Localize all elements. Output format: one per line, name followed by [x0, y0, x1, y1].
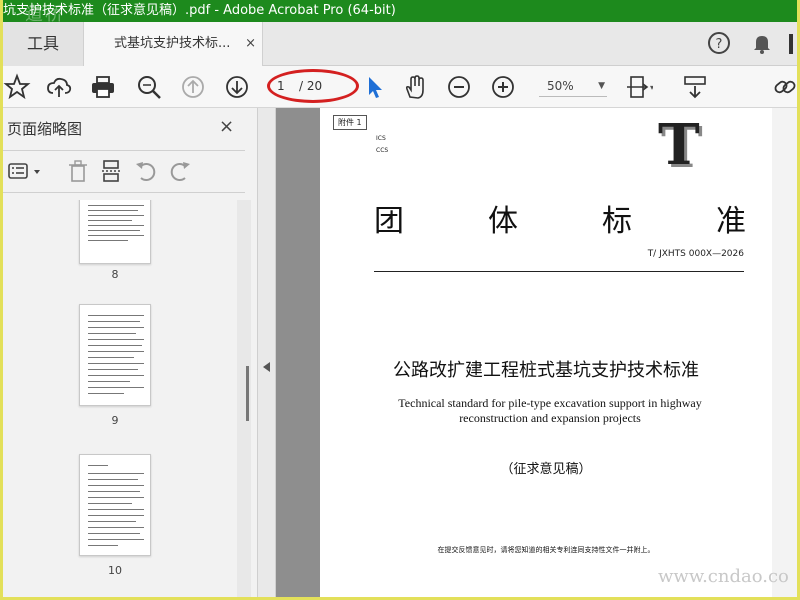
options-menu-icon[interactable] — [7, 158, 45, 184]
standard-type-letter: T — [658, 112, 700, 178]
select-cursor-icon[interactable] — [361, 73, 389, 101]
divider — [3, 192, 245, 193]
thumbnail-page-number: 9 — [111, 414, 119, 427]
scrollbar-thumb[interactable] — [246, 366, 249, 421]
document-title-cn: 公路改扩建工程桩式基坑支护技术标准 — [393, 360, 699, 381]
hand-tool-icon[interactable] — [401, 73, 429, 101]
help-icon[interactable]: ? — [706, 30, 732, 60]
keyboard-scroll-icon[interactable] — [681, 73, 709, 101]
divider — [3, 150, 245, 151]
toolbar: / 20 50% ▼ ▾ — [3, 66, 797, 108]
heading-char: 准 — [716, 204, 746, 239]
group-standard-heading: 团 体 标 准 — [374, 196, 746, 240]
link-icon[interactable] — [771, 73, 797, 101]
thumbnail-list: 8 9 10 — [3, 200, 237, 597]
heading-char: 团 — [374, 204, 404, 239]
fit-page-icon[interactable]: ▾ — [625, 73, 654, 101]
attachment-label: 附件 1 — [333, 115, 367, 130]
thumbnail-page-number: 10 — [108, 564, 122, 577]
panel-close-icon[interactable]: × — [219, 116, 234, 137]
previous-page-icon[interactable] — [179, 73, 207, 101]
zoom-search-icon[interactable] — [135, 73, 163, 101]
footnote: 在提交反馈意见时，请将您知道的相关专利连同支持性文件一并附上。 — [437, 546, 655, 554]
page-thumbnail[interactable] — [79, 200, 151, 264]
svg-text:▾: ▾ — [650, 83, 653, 92]
document-title-en: Technical standard for pile-type excavat… — [380, 396, 720, 426]
right-panel-strip — [772, 108, 797, 597]
svg-text:?: ? — [716, 37, 723, 52]
print-icon[interactable] — [89, 73, 117, 101]
heading-char: 体 — [488, 204, 518, 239]
zoom-in-icon[interactable] — [489, 73, 517, 101]
tab-tools[interactable]: 工具 — [3, 22, 83, 66]
star-icon[interactable] — [3, 73, 31, 101]
title-bar: 坑支护技术标准（征求意见稿）.pdf - Adobe Acrobat Pro (… — [3, 0, 797, 22]
tab-close-icon[interactable]: × — [245, 22, 256, 66]
tab-document[interactable]: 式基坑支护技术标... × — [83, 22, 263, 66]
ics-label: ICS — [376, 135, 386, 142]
zoom-level-value: 50% — [547, 79, 574, 93]
tab-document-label: 式基坑支护技术标... — [114, 36, 231, 51]
standard-number: T/ JXHTS 000X—2026 — [647, 249, 744, 259]
acrobat-window: 坑支护技术标准（征求意见稿）.pdf - Adobe Acrobat Pro (… — [3, 0, 797, 597]
document-view: 附件 1 ICS CCS T 团 体 标 准 T/ JXHTS 000X—202… — [276, 108, 797, 597]
heading-char: 标 — [602, 204, 632, 239]
rotate-ccw-icon[interactable] — [133, 158, 159, 184]
highlight-ellipse — [267, 69, 359, 103]
overflow-edge — [789, 34, 793, 54]
watermark: www.cndao.co — [658, 566, 789, 587]
rotate-cw-icon[interactable] — [167, 158, 193, 184]
upload-cloud-icon[interactable] — [45, 73, 73, 101]
insert-page-icon[interactable] — [99, 158, 125, 184]
zoom-out-icon[interactable] — [445, 73, 473, 101]
pdf-page: 附件 1 ICS CCS T 团 体 标 准 T/ JXHTS 000X—202… — [320, 108, 772, 597]
panel-title: 页面缩略图 — [7, 120, 83, 138]
horizontal-rule — [374, 271, 744, 272]
chevron-left-icon[interactable] — [263, 362, 270, 372]
chevron-down-icon: ▼ — [598, 81, 605, 91]
logo-overlay: 道桥 — [25, 4, 65, 22]
tab-row: 工具 式基坑支护技术标... × ? — [3, 22, 797, 66]
thumbnail-page-number: 8 — [111, 268, 119, 281]
page-thumbnail[interactable] — [79, 454, 151, 556]
zoom-level-select[interactable]: 50% ▼ — [539, 75, 607, 97]
thumbnails-panel: 页面缩略图 × 8 9 10 — [3, 108, 258, 597]
ccs-label: CCS — [376, 147, 389, 154]
bell-icon[interactable] — [749, 30, 775, 60]
classification-codes: ICS CCS — [376, 133, 388, 157]
title-en-line: reconstruction and expansion projects — [459, 411, 641, 425]
trash-icon[interactable] — [65, 158, 91, 184]
draft-label: （征求意见稿） — [500, 462, 592, 477]
next-page-icon[interactable] — [223, 73, 251, 101]
title-en-line: Technical standard for pile-type excavat… — [398, 396, 702, 410]
panel-collapse-strip[interactable] — [258, 108, 276, 597]
page-thumbnail[interactable] — [79, 304, 151, 406]
